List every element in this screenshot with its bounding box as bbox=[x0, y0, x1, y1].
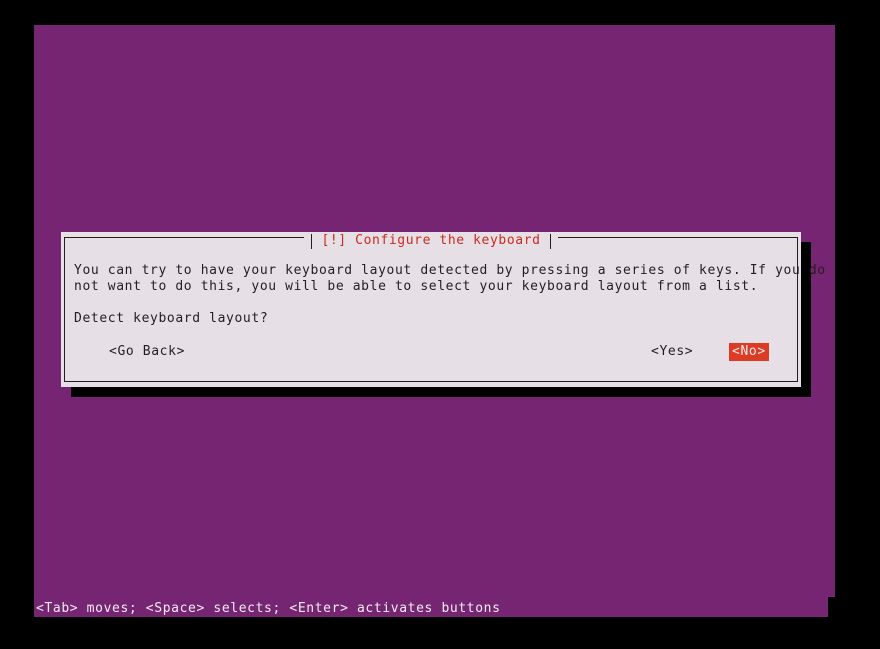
console-screen: [!] Configure the keyboard You can try t… bbox=[0, 0, 880, 649]
go-back-button[interactable]: <Go Back> bbox=[108, 343, 186, 361]
dialog-question-text: Detect keyboard layout? bbox=[74, 311, 269, 326]
no-button[interactable]: <No> bbox=[729, 343, 769, 361]
configure-keyboard-dialog: [!] Configure the keyboard You can try t… bbox=[61, 232, 825, 387]
dialog-button-row: <Go Back> <Yes> <No> bbox=[74, 343, 788, 361]
status-bar-hint: <Tab> moves; <Space> selects; <Enter> ac… bbox=[36, 601, 501, 616]
yes-button[interactable]: <Yes> bbox=[650, 343, 694, 361]
dialog-body-text: You can try to have your keyboard layout… bbox=[74, 263, 825, 294]
